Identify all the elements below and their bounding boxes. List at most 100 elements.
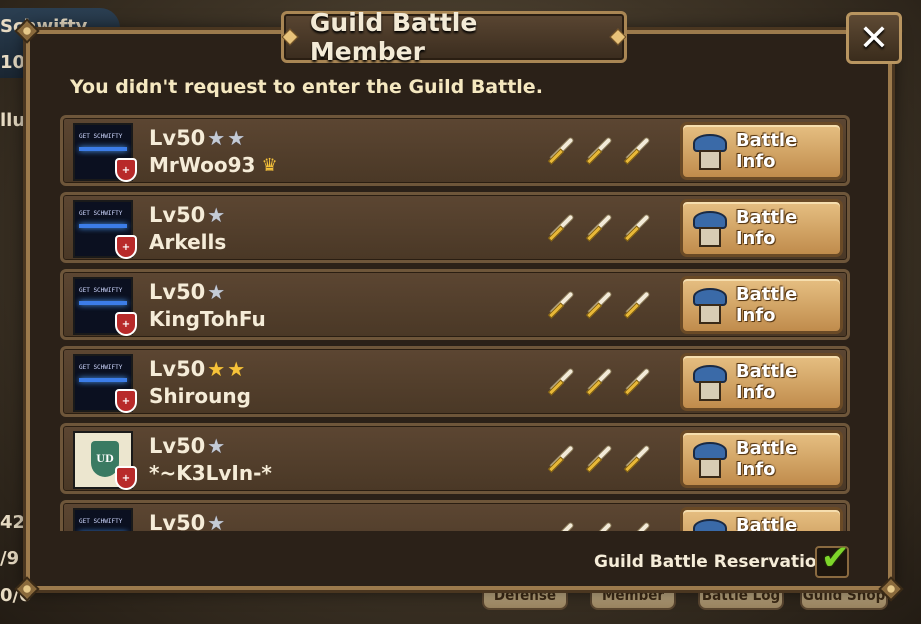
battle-info-button[interactable]: Battle Info: [680, 430, 843, 488]
silver-star-icon: ★: [207, 280, 226, 304]
member-avatar[interactable]: GET SCHWIFTY: [73, 508, 133, 531]
sword-icon: [583, 136, 615, 168]
attack-swords: [545, 367, 653, 399]
crown-icon: ♛: [261, 154, 278, 176]
avatar-glow: [79, 147, 127, 151]
guard-shield-icon: +: [115, 158, 137, 182]
battle-info-label: Battle Info: [735, 130, 798, 172]
level-text: Lv50: [149, 511, 206, 531]
close-icon: ✕: [858, 17, 890, 59]
member-level: Lv50 ★ ★: [149, 357, 245, 381]
checkmark-icon: ✔: [821, 538, 850, 578]
close-button[interactable]: ✕: [846, 12, 902, 64]
member-name: Arkells: [149, 230, 226, 254]
tower-icon: [691, 284, 728, 326]
member-name: KingTohFu: [149, 307, 266, 331]
gold-star-icon: ★: [207, 357, 226, 381]
attack-swords: [545, 290, 653, 322]
sword-icon: [583, 213, 615, 245]
member-name: MrWoo93 ♛: [149, 153, 278, 177]
attack-swords: [545, 136, 653, 168]
member-row[interactable]: GET SCHWIFTY + Lv50 ★ KingTohFu Battle In…: [60, 269, 850, 340]
member-row[interactable]: UD + Lv50 ★ *~K3LvIn-* Battle Info: [60, 423, 850, 494]
battle-info-button[interactable]: Battle Info: [680, 353, 843, 411]
avatar-glow: [79, 301, 127, 305]
tower-icon: [691, 207, 728, 249]
battle-info-button[interactable]: Battle Info: [680, 122, 843, 180]
member-level: Lv50 ★: [149, 280, 225, 304]
dialog-title: Guild Battle Member: [309, 8, 478, 66]
sword-icon: [583, 444, 615, 476]
name-text: Arkells: [149, 230, 227, 254]
tower-icon: [691, 130, 728, 172]
member-list[interactable]: GET SCHWIFTY + Lv50 ★ ★ MrWoo93 ♛ Battle In…: [60, 113, 852, 531]
sword-icon: [545, 290, 577, 322]
battle-info-label: Battle Info: [735, 361, 798, 403]
sword-icon: [545, 367, 577, 399]
guard-shield-icon: +: [115, 466, 137, 490]
level-text: Lv50: [149, 126, 206, 150]
avatar-glow: [79, 224, 127, 228]
diamond-icon: [281, 28, 299, 46]
level-text: Lv50: [149, 434, 206, 458]
level-text: Lv50: [149, 203, 206, 227]
reservation-label: Guild Battle Reservation: [594, 552, 829, 572]
avatar-label: GET SCHWIFTY: [79, 287, 123, 294]
battle-info-label: Battle Info: [735, 284, 798, 326]
member-row[interactable]: GET SCHWIFTY + Lv50 ★ Arkells Battle Info: [60, 192, 850, 263]
sword-icon: [583, 367, 615, 399]
guard-shield-icon: +: [115, 389, 137, 413]
avatar-label: GET SCHWIFTY: [79, 133, 123, 140]
sword-icon: [545, 521, 577, 531]
silver-star-icon: ★: [207, 203, 226, 227]
battle-info-label: Battle Info: [735, 438, 798, 480]
avatar-label: GET SCHWIFTY: [79, 518, 123, 525]
silver-star-icon: ★: [207, 126, 226, 150]
member-name: Shiroung: [149, 384, 251, 408]
member-row[interactable]: GET SCHWIFTY + Lv50★ Battle Info: [60, 500, 850, 531]
guard-shield-icon: +: [115, 235, 137, 259]
battle-info-button[interactable]: Battle Info: [680, 507, 843, 531]
name-text: KingTohFu: [149, 307, 266, 331]
member-row[interactable]: GET SCHWIFTY + Lv50 ★ ★ MrWoo93 ♛ Battle In…: [60, 115, 850, 186]
sword-icon: [621, 444, 653, 476]
attack-swords: [545, 521, 653, 531]
attack-swords: [545, 444, 653, 476]
sword-icon: [545, 213, 577, 245]
sword-icon: [583, 521, 615, 531]
member-row[interactable]: GET SCHWIFTY + Lv50 ★ ★ Shiroung Battle In…: [60, 346, 850, 417]
name-text: Shiroung: [149, 384, 251, 408]
avatar-label: GET SCHWIFTY: [79, 210, 123, 217]
tower-icon: [691, 515, 728, 531]
sword-icon: [621, 367, 653, 399]
avatar-glow: [79, 378, 127, 382]
sword-icon: [621, 136, 653, 168]
background-stat-1: 42: [0, 512, 26, 533]
battle-info-button[interactable]: Battle Info: [680, 276, 843, 334]
battle-info-label: Battle Info: [735, 207, 798, 249]
background-stat-2: /9: [0, 548, 20, 569]
reservation-checkbox[interactable]: ✔: [815, 538, 850, 578]
member-level: Lv50 ★: [149, 203, 225, 227]
member-level: Lv50 ★: [149, 511, 225, 531]
silver-star-icon: ★: [227, 126, 246, 150]
sword-icon: [583, 290, 615, 322]
silver-star-icon: ★: [207, 511, 226, 531]
member-name: *~K3LvIn-*: [149, 461, 272, 485]
tower-icon: [691, 438, 728, 480]
level-text: Lv50: [149, 357, 206, 381]
name-text: MrWoo93: [149, 153, 256, 177]
guard-shield-icon: +: [115, 312, 137, 336]
sword-icon: [621, 213, 653, 245]
entry-notice: You didn't request to enter the Guild Ba…: [70, 76, 543, 98]
avatar-label: GET SCHWIFTY: [79, 364, 123, 371]
member-level: Lv50 ★: [149, 434, 225, 458]
battle-info-label: Battle Info: [735, 515, 798, 531]
gold-star-icon: ★: [227, 357, 246, 381]
tower-icon: [691, 361, 728, 403]
dialog-title-plate: Guild Battle Member: [281, 8, 627, 66]
sword-icon: [621, 290, 653, 322]
sword-icon: [621, 521, 653, 531]
battle-info-button[interactable]: Battle Info: [680, 199, 843, 257]
attack-swords: [545, 213, 653, 245]
